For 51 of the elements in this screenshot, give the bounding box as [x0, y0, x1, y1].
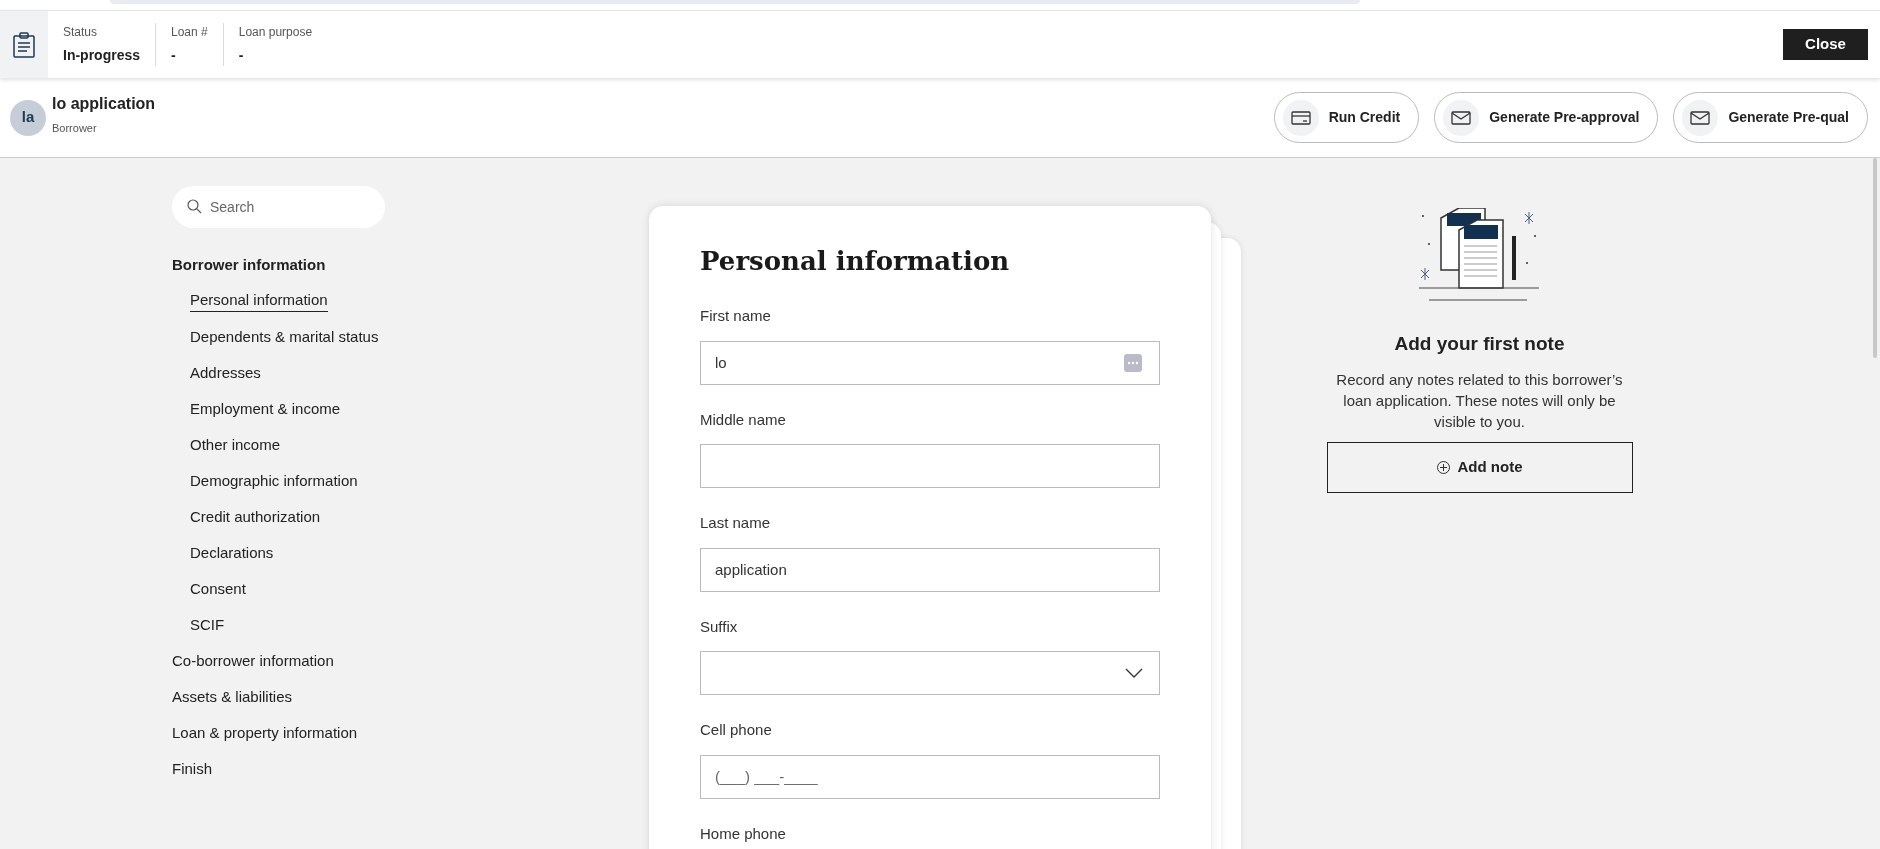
header-field-value: In-progress — [63, 46, 140, 65]
plus-circle-icon — [1436, 460, 1450, 474]
envelope-icon — [1690, 109, 1711, 126]
header-field-label: Loan # — [171, 24, 208, 41]
field-label: Home phone — [700, 823, 787, 844]
action-button[interactable]: Run Credit — [1273, 92, 1420, 143]
nav-link[interactable]: Assets & liabilities — [172, 688, 293, 708]
nav-link[interactable]: Borrower information — [172, 256, 326, 276]
nav-link[interactable]: Dependents & marital status — [190, 328, 379, 348]
notes-description: Record any notes related to this borrower’s loan application. These notes will only be visible to you. — [1335, 369, 1624, 432]
nav-link[interactable]: Personal information — [190, 292, 328, 312]
input-field[interactable] — [700, 444, 1160, 488]
form-title: Personal information — [700, 245, 1011, 278]
suffix-select[interactable] — [700, 651, 1160, 695]
credit-card-icon — [1290, 109, 1311, 126]
nav-link[interactable]: Other income — [190, 436, 281, 456]
envelope-icon — [1451, 109, 1472, 126]
input-field[interactable]: application — [700, 547, 1160, 592]
header-field-label: Loan purpose — [238, 24, 313, 41]
borrower-role: Borrower — [52, 121, 98, 137]
input-field[interactable]: lo — [700, 340, 1160, 385]
field-label: Suffix — [700, 616, 739, 637]
nav-link[interactable]: Demographic information — [190, 472, 358, 492]
field-label: Last name — [700, 513, 772, 533]
header-field-value: - — [171, 46, 177, 65]
nav-link[interactable]: SCIF — [190, 616, 225, 636]
nav-link[interactable]: Employment & income — [190, 400, 341, 420]
field-label: Middle name — [700, 409, 787, 430]
clipboard-icon — [13, 31, 35, 58]
nav-link[interactable]: Finish — [172, 760, 212, 780]
nav-link[interactable]: Declarations — [190, 544, 274, 564]
nav-link[interactable]: Loan & property information — [172, 724, 358, 744]
nav-link[interactable]: Credit authorization — [190, 508, 321, 528]
notes-title: Add your first note — [1394, 332, 1565, 356]
nav-link[interactable]: Co-borrower information — [172, 652, 334, 672]
action-button[interactable]: Generate Pre-qual — [1673, 92, 1868, 143]
nav-link[interactable]: Consent — [190, 580, 246, 600]
borrower-name: lo application — [52, 94, 156, 115]
search-field[interactable]: Search — [172, 186, 385, 228]
avatar: la — [10, 99, 46, 136]
action-button[interactable]: Generate Pre-approval — [1434, 92, 1659, 143]
add-note-button[interactable]: Add note — [1326, 441, 1633, 493]
header-field-label: Status — [63, 24, 99, 41]
nav-link[interactable]: Addresses — [190, 364, 261, 384]
field-label: First name — [700, 306, 772, 326]
field-label: Cell phone — [700, 720, 773, 740]
search-icon — [187, 199, 202, 214]
header-field-value: - — [238, 46, 245, 65]
close-button[interactable]: Close — [1783, 29, 1868, 60]
chevron-down-icon — [1125, 668, 1143, 678]
input-field[interactable]: (___) ___-____ — [700, 754, 1160, 799]
